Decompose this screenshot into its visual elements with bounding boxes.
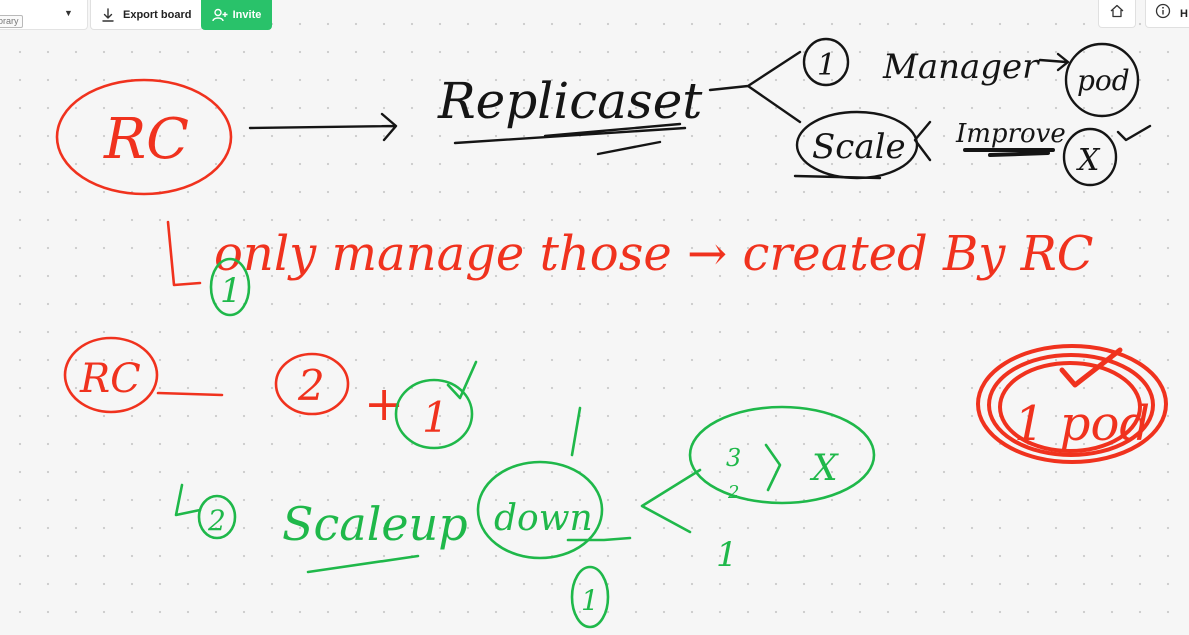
one-circle-text: 1 <box>817 48 836 83</box>
rc-mid-line <box>156 391 224 397</box>
improve-text: Improve <box>955 119 1066 149</box>
x-small-text: X <box>809 448 839 489</box>
scaleup-underline <box>306 554 420 574</box>
pod-right-text: 1 pod <box>1014 396 1150 452</box>
branch-lines <box>708 50 802 124</box>
two-small-text: 2 <box>727 482 739 503</box>
scaleup-text: Scaleup <box>282 497 468 551</box>
whiteboard-canvas[interactable]: RC Replicaset 1 Manager pod Scale Improv… <box>0 0 1189 635</box>
two-green-text: 2 <box>207 504 226 537</box>
green-check <box>446 360 478 400</box>
x-circle-text: X <box>1076 143 1101 178</box>
pod-top-text: pod <box>1077 64 1130 97</box>
rc-top-text: RC <box>103 107 189 172</box>
improve-strike <box>963 148 1055 157</box>
arrow-rc-replicaset <box>248 112 398 142</box>
two-text: 2 <box>297 361 325 410</box>
three-arrow <box>764 443 782 492</box>
manager-text: Manager <box>882 47 1040 87</box>
only-manage-text: only manage those → created By RC <box>214 226 1094 282</box>
arrow-manager-pod <box>1038 52 1070 72</box>
down-text: down <box>494 498 593 539</box>
one-bottom-text: 1 <box>581 584 599 617</box>
bubble-arrow <box>640 468 702 534</box>
three-text: 3 <box>726 444 741 472</box>
one-green-text: 1 <box>422 393 449 442</box>
three-bubble <box>688 405 876 505</box>
rc-mid-text: RC <box>79 356 141 402</box>
one-small-text: 1 <box>716 535 738 575</box>
green-one-text: 1 <box>220 271 242 311</box>
green-l-bracket <box>174 483 202 517</box>
l-arrow-bracket <box>166 220 202 287</box>
tick-mark <box>1116 124 1152 142</box>
replicaset-text: Replicaset <box>437 72 703 130</box>
scale-text: Scale <box>812 127 906 167</box>
